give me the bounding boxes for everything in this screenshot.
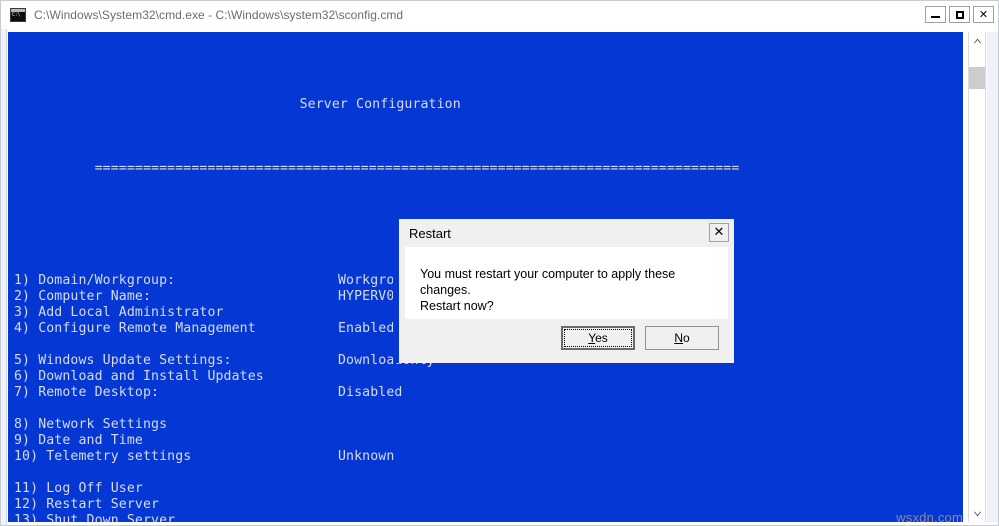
console-blank-line	[14, 465, 739, 481]
restart-dialog-message: You must restart your computer to apply …	[420, 266, 728, 314]
close-icon: ✕	[974, 7, 993, 22]
console-menu-item-text: Download and Install Updates	[38, 369, 264, 385]
console-menu-item-label: 10)	[14, 449, 38, 465]
restart-dialog-inner: Restart ✕ You must restart your computer…	[399, 219, 734, 363]
maximize-button[interactable]	[949, 6, 970, 23]
scroll-down-arrow-icon[interactable]	[969, 505, 985, 522]
watermark: wsxdn.com	[896, 510, 963, 525]
console-menu-item-value: Enabled	[338, 321, 394, 337]
console-menu-item-label: 7)	[14, 385, 30, 401]
console-blank-line	[14, 401, 739, 417]
console-menu-item-text: Network Settings	[38, 417, 167, 433]
console-menu-item-label: 12)	[14, 497, 38, 513]
console-menu-item: 8) Network Settings	[14, 417, 739, 433]
console-heading-line: Server Configuration	[14, 81, 739, 97]
window-title: C:\Windows\System32\cmd.exe - C:\Windows…	[34, 8, 403, 22]
close-icon: ✕	[714, 226, 725, 239]
cmd-window: C:\Windows\System32\cmd.exe - C:\Windows…	[0, 0, 999, 526]
console-menu-item-text: Log Off User	[46, 481, 143, 497]
console-menu-item-text: Restart Server	[46, 497, 159, 513]
console-menu-item-label: 1)	[14, 273, 30, 289]
console-menu-item-text: Date and Time	[38, 433, 143, 449]
scroll-thumb[interactable]	[969, 67, 985, 89]
restart-dialog-titlebar[interactable]: Restart ✕	[399, 219, 734, 247]
console-menu-item-label: 9)	[14, 433, 30, 449]
window-titlebar[interactable]: C:\Windows\System32\cmd.exe - C:\Windows…	[1, 1, 998, 29]
console-menu-item-label: 3)	[14, 305, 30, 321]
console-scrollbar[interactable]	[968, 32, 986, 522]
console-menu-item: 12) Restart Server	[14, 497, 739, 513]
console-left-gutter	[1, 29, 7, 525]
scroll-up-arrow-icon[interactable]	[969, 32, 985, 49]
console-separator-line: ========================================…	[14, 145, 739, 161]
no-button[interactable]: No	[645, 326, 719, 350]
console-menu-item-text: Add Local Administrator	[38, 305, 223, 321]
console-menu-item-value: Unknown	[338, 449, 394, 465]
restart-dialog-close-button[interactable]: ✕	[709, 223, 729, 242]
minimize-icon	[926, 7, 945, 22]
console-menu-item: 10) Telemetry settings Unknown	[14, 449, 739, 465]
console-right-gutter	[987, 32, 998, 522]
restart-dialog: Restart ✕ You must restart your computer…	[393, 213, 734, 363]
console-menu-item: 11) Log Off User	[14, 481, 739, 497]
console-menu-item-text: Windows Update Settings:	[38, 353, 231, 369]
console-menu-item: 9) Date and Time	[14, 433, 739, 449]
console-heading: Server Configuration	[95, 97, 461, 112]
restart-dialog-title: Restart	[409, 226, 451, 241]
no-button-accel: N	[674, 331, 683, 345]
console-menu-item-label: 4)	[14, 321, 30, 337]
console-menu-item-label: 11)	[14, 481, 38, 497]
console-menu-item-label: 2)	[14, 289, 30, 305]
minimize-button[interactable]	[925, 6, 946, 23]
console-separator: ========================================…	[95, 161, 740, 176]
console-menu-item-label: 6)	[14, 369, 30, 385]
console-menu-item-text: Configure Remote Management	[38, 321, 256, 337]
console-bottom-strip	[8, 522, 998, 525]
console-menu-item-label: 8)	[14, 417, 30, 433]
console-menu-item-value: Disabled	[338, 385, 402, 401]
close-button[interactable]: ✕	[973, 6, 994, 23]
console-menu-item: 6) Download and Install Updates	[14, 369, 739, 385]
caption-buttons: ✕	[925, 6, 994, 23]
console-menu-item: 13) Shut Down Server	[14, 513, 739, 522]
console-menu-item-label: 13)	[14, 513, 38, 522]
yes-button[interactable]: Yes	[561, 326, 635, 350]
restart-dialog-body: You must restart your computer to apply …	[405, 247, 728, 319]
no-button-label: o	[683, 331, 690, 345]
console-menu-item-text: Shut Down Server	[46, 513, 175, 522]
maximize-icon	[950, 7, 969, 22]
console-menu-item: 7) Remote Desktop: Disabled	[14, 385, 739, 401]
restart-dialog-footer: Yes No	[405, 319, 728, 357]
yes-button-label: es	[595, 331, 608, 345]
console-menu-item-text: Domain/Workgroup:	[38, 273, 175, 289]
console-menu-item-label: 5)	[14, 353, 30, 369]
console-menu-item-text: Telemetry settings	[46, 449, 191, 465]
console-menu-item-text: Remote Desktop:	[38, 385, 159, 401]
cmd-console-icon	[10, 8, 26, 22]
console-menu-item-text: Computer Name:	[38, 289, 151, 305]
